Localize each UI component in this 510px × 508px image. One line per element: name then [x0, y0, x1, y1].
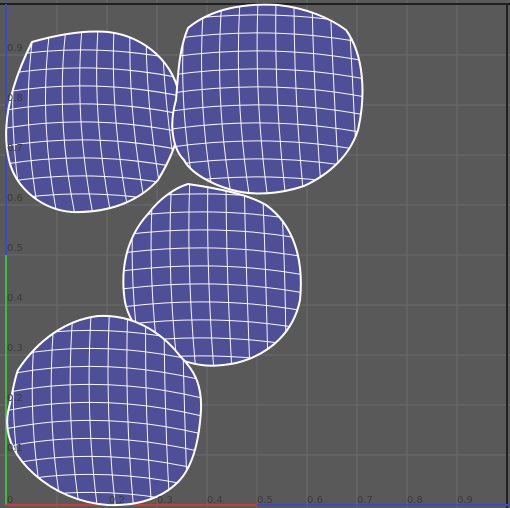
u-tick-label: 0.8 [407, 495, 423, 506]
u-tick-label: 0.7 [357, 495, 373, 506]
v-tick-label: 0.3 [7, 343, 23, 354]
uv-shell-top-left[interactable] [0, 28, 190, 220]
v-tick-label: 0.6 [7, 193, 23, 204]
uv-canvas[interactable]: 0.9 0.8 0.7 0.6 0.5 0.4 0.3 0.2 0.1 0 0.… [0, 0, 510, 508]
v-tick-label: 0.8 [7, 93, 23, 104]
u-tick-label: 0.9 [457, 495, 473, 506]
v-tick-label: 0.7 [7, 143, 23, 154]
u-tick-label: 0.6 [307, 495, 323, 506]
v-tick-label: 0.2 [7, 393, 23, 404]
uv-shell-top-right[interactable] [165, 0, 370, 200]
uv-editor-viewport[interactable]: 0.9 0.8 0.7 0.6 0.5 0.4 0.3 0.2 0.1 0 0.… [0, 0, 510, 508]
v-tick-label: 0.4 [7, 293, 23, 304]
v-tick-label: 0.9 [7, 43, 23, 54]
u-tick-label: 0.3 [157, 495, 173, 506]
u-tick-label: 0.2 [109, 495, 125, 506]
v-tick-label: 0.5 [7, 243, 23, 254]
u-tick-label: 0 [7, 495, 13, 506]
v-tick-label: 0.1 [7, 443, 23, 454]
u-tick-label: 0.4 [207, 495, 223, 506]
u-tick-label: 0.5 [257, 495, 273, 506]
